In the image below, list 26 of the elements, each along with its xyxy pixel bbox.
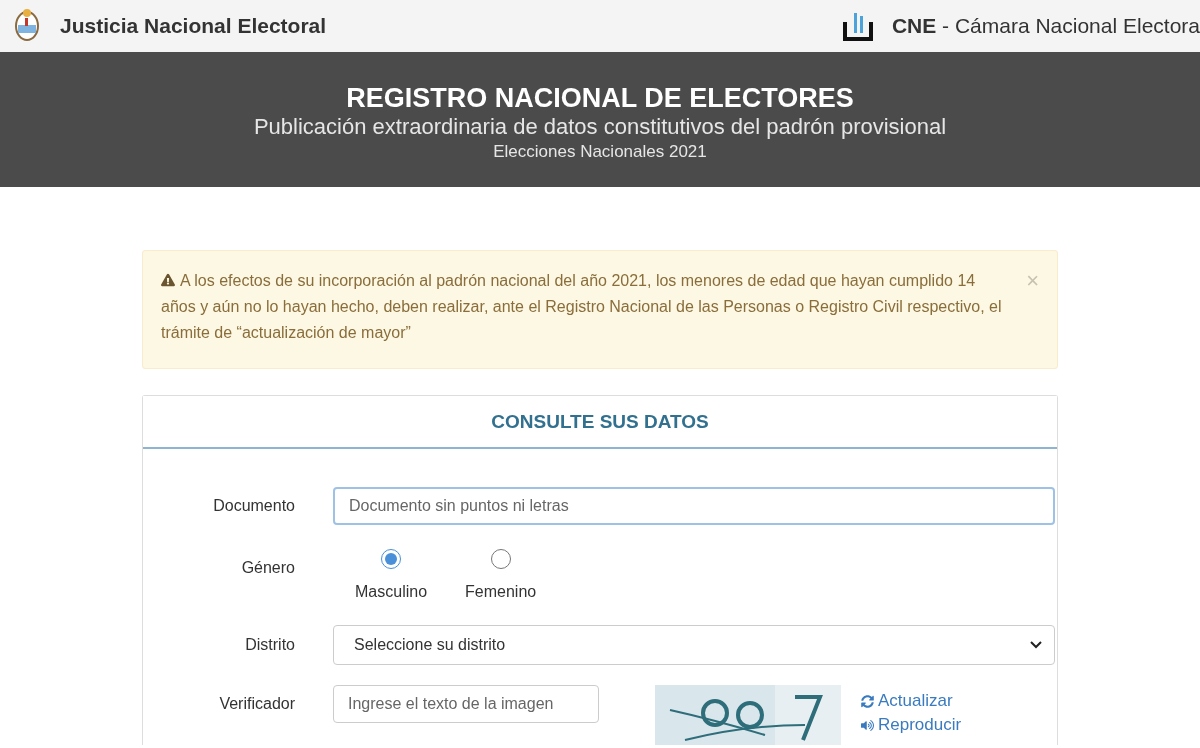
radio-button[interactable] — [381, 549, 401, 569]
audio-link[interactable]: Reproducir — [861, 715, 962, 735]
district-select[interactable]: Seleccione su distrito — [333, 625, 1055, 665]
alert-text: A los efectos de su incorporación al padrón nacional del año 2021, los menores de edad que hayan cumplido 14 años y aún no lo hayan hecho, deben realizar, ante el Registro Nacional de las Personas o Registro Civil respectivo, el trámite de “actualización de mayor” — [161, 271, 1003, 343]
document-field[interactable]: Documento sin puntos ni letras — [333, 487, 1055, 525]
field-label: Distrito — [245, 636, 295, 654]
captcha-field[interactable]: Ingrese el texto de la imagen — [333, 685, 599, 723]
chevron-icon — [1030, 641, 1042, 649]
emblem-icon — [12, 8, 42, 44]
speaker-icon — [861, 718, 874, 732]
radio-button[interactable] — [490, 549, 511, 569]
form-title: CONSULTE SUS DATOS — [491, 410, 709, 433]
banner-title: REGISTRO NACIONAL DE ELECTORES — [346, 83, 854, 114]
refresh-icon — [861, 694, 874, 708]
banner-caption: Elecciones Nacionales 2021 — [493, 142, 707, 162]
field-label: Documento — [213, 497, 295, 515]
building-icon — [841, 10, 874, 42]
field-label: Verificador — [219, 694, 295, 713]
refresh-link[interactable]: Actualizar — [861, 691, 962, 711]
radio-label: Femenino — [465, 583, 537, 601]
warning-icon — [161, 273, 175, 287]
banner-subtitle: Publicación extraordinaria de datos constitutivos del padrón provisional — [253, 114, 947, 140]
field-label: Género — [241, 558, 295, 577]
site-title: Justicia Nacional Electoral — [60, 14, 327, 38]
institution-title: CNE - Cámara Nacional Electora — [891, 14, 1200, 38]
radio-label: Masculino — [355, 583, 428, 601]
